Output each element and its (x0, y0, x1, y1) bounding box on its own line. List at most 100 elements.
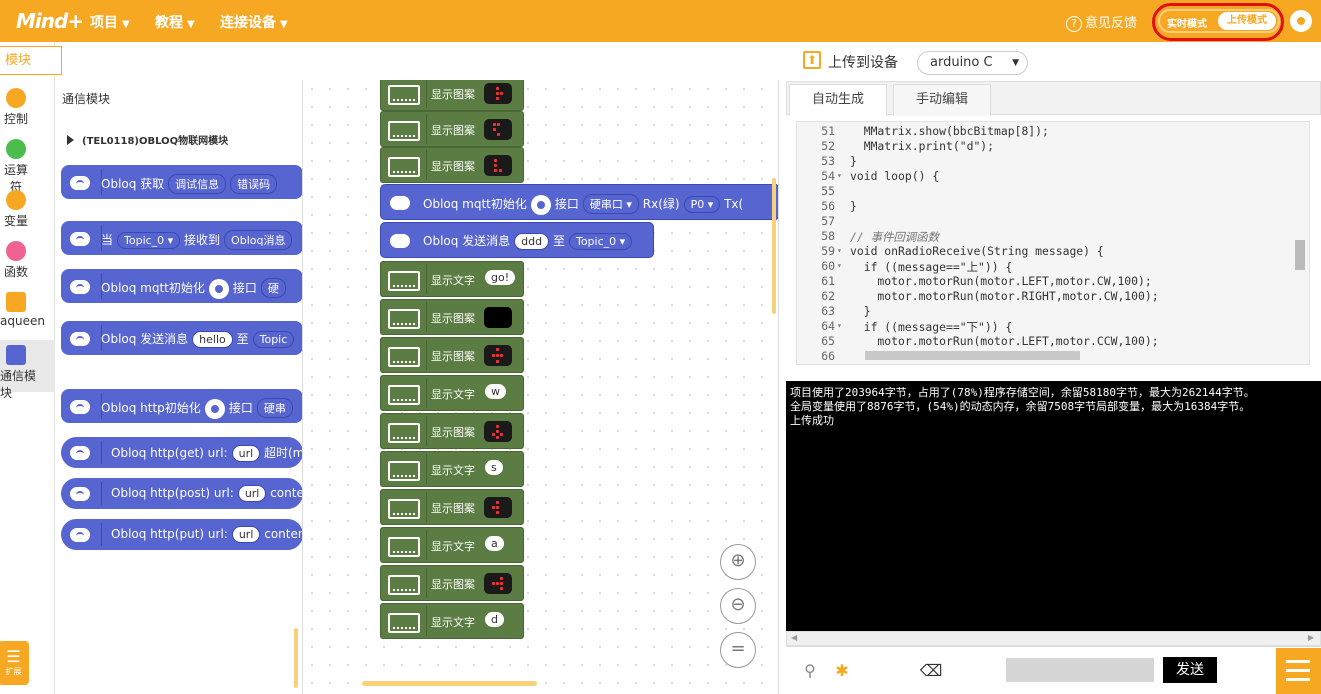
code-line: motor.motorRun(motor.RIGHT,motor.CW,100)… (850, 289, 1159, 303)
category-functions[interactable]: 函数 (0, 241, 32, 280)
palette-title: 通信模块 (62, 92, 111, 106)
category-maqueen[interactable]: aqueen (0, 292, 46, 328)
block-show-text[interactable]: 显示文字 go! (380, 261, 524, 297)
console-line: 全局变量使用了8876字节，(54%)的动态内存，余留7508字节局部变量，最大… (790, 400, 1251, 413)
fold-toggle-icon[interactable]: ▾ (837, 261, 842, 270)
text-input[interactable]: w (485, 384, 506, 399)
block-send-message[interactable]: Obloq 发送消息 ddd 至 Topic_0 ▾ (380, 222, 654, 258)
block-show-text[interactable]: 显示文字 s (380, 451, 524, 487)
line-number: 55 (821, 184, 835, 198)
text-input[interactable]: go! (485, 270, 516, 285)
menu-list-icon[interactable] (1276, 648, 1321, 694)
code-editor[interactable]: 51 MMatrix.show(bbcBitmap[8]); 52 MMatrix… (796, 121, 1310, 365)
code-line: } (850, 199, 857, 213)
upload-to-device-button[interactable]: 上传到设备 (828, 52, 898, 72)
scroll-lock-icon[interactable]: ✱ (829, 658, 855, 684)
wifi-cloud-icon (390, 196, 410, 210)
block-show-pattern[interactable]: 显示图案 (380, 80, 524, 111)
pattern-preview[interactable] (484, 345, 512, 366)
code-horizontal-scrollbar[interactable] (865, 351, 1080, 360)
script-workspace[interactable]: 显示图案 显示图案 显示图案 Obloq mqtt初始化 接口 硬串口 ▾ Rx(绿… (303, 80, 779, 694)
menu-project[interactable]: 项目 ▼ (90, 12, 130, 32)
zoom-out-button[interactable]: ⊖ (720, 588, 756, 624)
block-show-text[interactable]: 显示文字 d (380, 603, 524, 639)
wifi-cloud-icon (390, 234, 410, 248)
mindplus-logo: Mind+ (0, 6, 84, 36)
category-operators[interactable]: 运算符 (0, 139, 32, 195)
settings-icon[interactable] (530, 194, 551, 215)
settings-gear-icon[interactable] (1290, 10, 1312, 32)
feedback-link[interactable]: ? 意见反馈 (1066, 12, 1137, 32)
palette-subtitle[interactable]: (TEL0118)OBLOQ物联网模块 (67, 132, 228, 147)
usb-icon[interactable]: ⚲ (797, 658, 823, 684)
tab-manual-edit[interactable]: 手动编辑 (893, 84, 992, 116)
block-show-pattern[interactable]: 显示图案 (380, 299, 524, 335)
send-button[interactable]: 发送 (1163, 657, 1217, 683)
wifi-cloud-icon (70, 280, 90, 294)
serial-send-input[interactable] (1006, 658, 1154, 682)
category-communication[interactable]: 通信模块 (0, 345, 44, 401)
palette-block-mqtt-init[interactable]: Obloq mqtt初始化 接口硬 (61, 269, 302, 303)
workspace-vertical-scrollbar[interactable] (772, 178, 776, 314)
block-mqtt-init[interactable]: Obloq mqtt初始化 接口 硬串口 ▾ Rx(绿) P0 ▾ Tx( (380, 184, 778, 220)
fold-toggle-icon[interactable]: ▾ (837, 246, 842, 255)
block-palette: 通信模块 (TEL0118)OBLOQ物联网模块 Obloq 获取 调试信息 错误码… (55, 80, 303, 694)
palette-scrollbar[interactable] (294, 628, 298, 688)
block-show-text[interactable]: 显示文字 w (380, 375, 524, 411)
palette-block-http-post[interactable]: Obloq http(post) url: url conte (61, 478, 302, 509)
menu-tutorial[interactable]: 教程 ▼ (155, 12, 195, 32)
block-show-pattern[interactable]: 显示图案 (380, 565, 524, 601)
led-matrix-icon (388, 157, 420, 177)
palette-block-http-init[interactable]: Obloq http初始化 接口 硬串 (61, 389, 302, 423)
pattern-preview[interactable] (484, 119, 512, 140)
category-control[interactable]: 控制 (0, 88, 32, 127)
line-number: 66 (821, 349, 835, 363)
text-input[interactable]: s (485, 460, 503, 475)
zoom-reset-button[interactable]: = (720, 632, 756, 668)
fold-toggle-icon[interactable]: ▾ (837, 321, 842, 330)
palette-block-obloq-get[interactable]: Obloq 获取 调试信息 错误码 (61, 165, 302, 199)
line-number: 61 (821, 274, 835, 288)
palette-block-http-get[interactable]: Obloq http(get) url: url 超时(m (61, 437, 302, 468)
upload-icon[interactable]: ⬆ (803, 51, 821, 69)
tab-auto-generate[interactable]: 自动生成 (789, 84, 888, 116)
block-show-pattern[interactable]: 显示图案 (380, 111, 524, 147)
zoom-in-button[interactable]: ⊕ (720, 544, 756, 580)
code-line: if ((message=="下")) { (850, 320, 1013, 334)
pattern-preview[interactable] (484, 573, 512, 594)
led-matrix-icon (388, 613, 420, 633)
code-vertical-scrollbar[interactable] (1295, 240, 1305, 270)
settings-icon (208, 278, 229, 299)
palette-block-on-topic-receive[interactable]: 当 Topic_0 ▾ 接收到 Obloq消息 (61, 221, 302, 255)
code-line: motor.motorRun(motor.LEFT,motor.CW,100); (850, 274, 1152, 288)
expand-triangle-icon (67, 135, 74, 145)
clear-output-icon[interactable]: ⌫ (918, 658, 944, 684)
pattern-preview[interactable] (484, 421, 512, 442)
block-show-pattern[interactable]: 显示图案 (380, 147, 524, 183)
palette-block-send-message[interactable]: Obloq 发送消息 hello 至 Topic (61, 321, 302, 355)
wifi-cloud-icon (70, 232, 90, 246)
board-select[interactable]: arduino C ▼ (917, 51, 1028, 75)
line-number: 63 (821, 304, 835, 318)
block-show-text[interactable]: 显示文字 a (380, 527, 524, 563)
block-show-pattern[interactable]: 显示图案 (380, 337, 524, 373)
pattern-preview[interactable] (484, 307, 512, 328)
pattern-preview[interactable] (484, 83, 512, 104)
pattern-preview[interactable] (484, 497, 512, 518)
line-number: 54 (821, 169, 835, 183)
console-horizontal-scrollbar[interactable]: ◀ ▶ (786, 631, 1321, 646)
menu-connect-device[interactable]: 连接设备 ▼ (220, 12, 288, 32)
block-show-pattern[interactable]: 显示图案 (380, 489, 524, 525)
category-variables[interactable]: 变量 (0, 190, 32, 229)
block-show-pattern[interactable]: 显示图案 (380, 413, 524, 449)
text-input[interactable]: d (485, 612, 504, 627)
extension-button[interactable]: ☰ 扩展 (0, 641, 29, 685)
workspace-horizontal-scrollbar[interactable] (362, 681, 537, 686)
text-input[interactable]: a (485, 536, 504, 551)
modules-button[interactable]: 模块 (0, 46, 62, 75)
fold-toggle-icon[interactable]: ▾ (837, 171, 842, 180)
line-number: 65 (821, 334, 835, 348)
pattern-preview[interactable] (484, 155, 512, 176)
line-number: 64 (821, 319, 835, 333)
palette-block-http-put[interactable]: Obloq http(put) url: url conten (61, 519, 302, 550)
